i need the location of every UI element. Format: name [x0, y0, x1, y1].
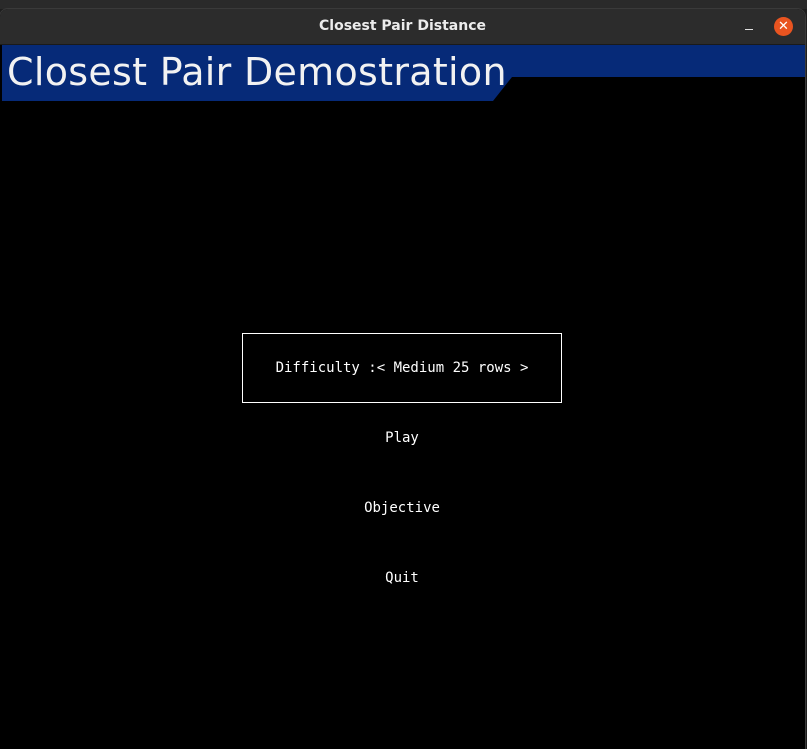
difficulty-selector[interactable]: Difficulty :< Medium 25 rows >	[242, 333, 562, 403]
minimize-button[interactable]	[740, 19, 758, 35]
close-button[interactable]: ✕	[774, 17, 793, 36]
quit-button[interactable]: Quit	[242, 569, 562, 587]
title-bar[interactable]: Closest Pair Distance ✕	[0, 9, 805, 45]
play-button[interactable]: Play	[242, 429, 562, 447]
window-title: Closest Pair Distance	[319, 18, 486, 34]
game-canvas[interactable]: Closest Pair Demostration Difficulty :< …	[2, 45, 805, 749]
desktop-top-strip	[0, 0, 807, 9]
banner-title: Closest Pair Demostration	[7, 50, 507, 94]
desktop: Closest Pair Distance ✕ Closest Pair Dem…	[0, 0, 807, 749]
close-icon: ✕	[778, 19, 789, 34]
header-banner: Closest Pair Demostration	[2, 45, 805, 101]
app-window: Closest Pair Distance ✕ Closest Pair Dem…	[0, 9, 805, 749]
objective-button[interactable]: Objective	[242, 499, 562, 517]
